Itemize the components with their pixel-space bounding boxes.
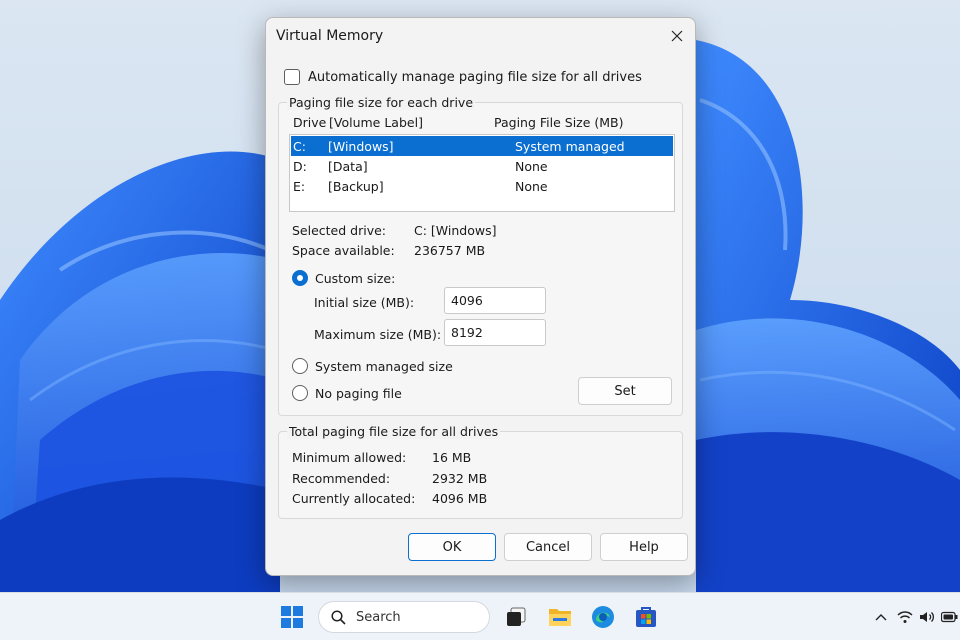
search-icon (331, 609, 346, 625)
search-placeholder: Search (356, 609, 401, 625)
space-available-label: Space available: (292, 243, 395, 258)
file-explorer-button[interactable] (546, 603, 574, 631)
wifi-icon (897, 611, 913, 623)
totals-group-title: Total paging file size for all drives (287, 424, 501, 439)
store-button[interactable] (632, 603, 660, 631)
show-hidden-icons-button[interactable] (874, 606, 888, 628)
microsoft-store-icon (636, 607, 656, 627)
totals-group: Total paging file size for all drives Mi… (278, 424, 683, 519)
auto-manage-checkbox[interactable] (284, 69, 300, 85)
file-explorer-icon (549, 609, 571, 626)
per-drive-group-title: Paging file size for each drive (287, 95, 476, 110)
close-button[interactable] (663, 22, 691, 50)
taskbar-search[interactable]: Search (318, 601, 490, 633)
custom-size-radio[interactable] (292, 270, 308, 286)
custom-size-radio-row[interactable]: Custom size: (292, 269, 395, 287)
selected-drive-value: C: [Windows] (414, 223, 497, 238)
no-paging-radio[interactable] (292, 385, 308, 401)
drive-paging-size: None (515, 159, 548, 174)
maximum-size-label: Maximum size (MB): (314, 327, 442, 342)
drive-volume-label: [Data] (328, 159, 368, 174)
custom-size-label: Custom size: (315, 270, 396, 286)
drive-row-c[interactable]: C: [Windows] System managed (291, 136, 673, 156)
initial-size-input[interactable] (444, 287, 546, 314)
chevron-up-icon (875, 614, 887, 621)
recommended-value: 2932 MB (432, 471, 488, 486)
drive-list[interactable]: C: [Windows] System managed D: [Data] No… (289, 134, 675, 212)
edge-browser-icon (592, 606, 614, 628)
no-paging-radio-row[interactable]: No paging file (292, 384, 402, 402)
task-view-button[interactable] (502, 603, 530, 631)
drive-volume-label: [Backup] (328, 179, 384, 194)
close-icon (671, 30, 683, 42)
auto-manage-checkbox-row[interactable]: Automatically manage paging file size fo… (284, 68, 642, 86)
space-available-value: 236757 MB (414, 243, 486, 258)
volume-icon (920, 612, 935, 622)
maximum-size-input[interactable] (444, 319, 546, 346)
help-button[interactable]: Help (600, 533, 688, 561)
currently-allocated-label: Currently allocated: (292, 491, 416, 506)
system-managed-radio[interactable] (292, 358, 308, 374)
header-drive: Drive (293, 115, 327, 130)
title-bar: Virtual Memory (266, 18, 695, 54)
cancel-button[interactable]: Cancel (504, 533, 592, 561)
initial-size-label: Initial size (MB): (314, 295, 415, 310)
drive-letter: E: (293, 179, 306, 194)
task-view-icon (507, 607, 526, 626)
selected-drive-label: Selected drive: (292, 223, 387, 238)
windows-start-icon (281, 606, 303, 628)
no-paging-label: No paging file (315, 385, 402, 401)
edge-button[interactable] (589, 603, 617, 631)
set-button[interactable]: Set (578, 377, 672, 405)
system-managed-radio-row[interactable]: System managed size (292, 357, 453, 375)
start-button[interactable] (278, 603, 306, 631)
battery-icon (940, 611, 957, 623)
header-paging-size: Paging File Size (MB) (494, 115, 624, 130)
header-volume-label: [Volume Label] (329, 115, 423, 130)
drive-letter: C: (293, 139, 306, 154)
drive-paging-size: System managed (515, 139, 625, 154)
recommended-label: Recommended: (292, 471, 391, 486)
virtual-memory-dialog: Virtual Memory Automatically manage pagi… (265, 17, 696, 576)
network-button[interactable] (896, 606, 914, 628)
drive-list-header: Drive [Volume Label] Paging File Size (M… (290, 115, 680, 133)
volume-button[interactable] (918, 606, 936, 628)
minimum-allowed-value: 16 MB (432, 450, 472, 465)
auto-manage-label: Automatically manage paging file size fo… (308, 69, 642, 85)
ok-button[interactable]: OK (408, 533, 496, 561)
system-managed-label: System managed size (315, 358, 453, 374)
drive-paging-size: None (515, 179, 548, 194)
battery-button[interactable] (940, 606, 958, 628)
currently-allocated-value: 4096 MB (432, 491, 488, 506)
drive-row-e[interactable]: E: [Backup] None (291, 176, 673, 196)
drive-volume-label: [Windows] (328, 139, 394, 154)
per-drive-group: Paging file size for each drive Drive [V… (278, 95, 683, 416)
taskbar: Search (0, 592, 960, 640)
minimum-allowed-label: Minimum allowed: (292, 450, 407, 465)
dialog-title: Virtual Memory (276, 28, 384, 44)
drive-letter: D: (293, 159, 307, 174)
drive-row-d[interactable]: D: [Data] None (291, 156, 673, 176)
